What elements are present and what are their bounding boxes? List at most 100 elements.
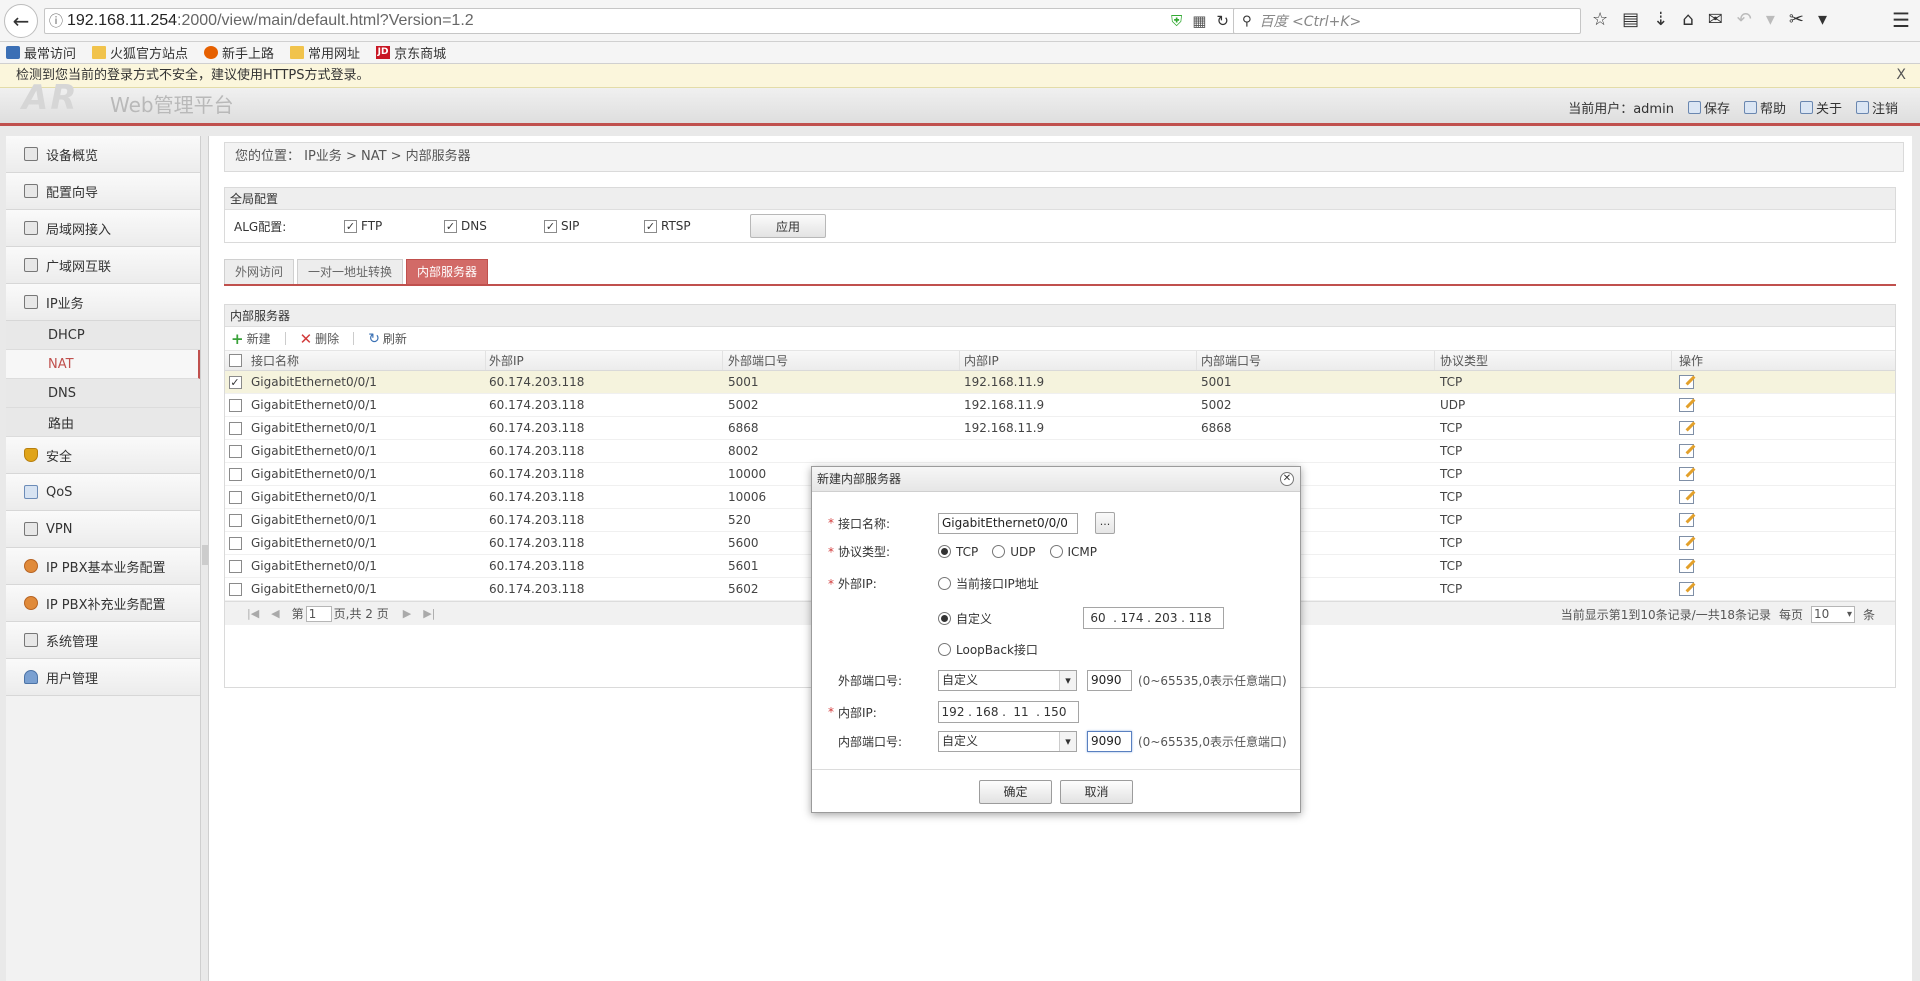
apply-button[interactable]: 应用 <box>750 214 826 238</box>
logout-button[interactable]: 注销 <box>1855 98 1898 117</box>
home-icon[interactable]: ⌂ <box>1682 9 1693 30</box>
checkbox-checked-icon[interactable]: ✓ <box>444 219 457 233</box>
sidebar-item-users[interactable]: 用户管理 <box>6 659 200 696</box>
row-checkbox[interactable] <box>228 398 242 412</box>
int-port-mode-select[interactable]: 自定义 <box>938 731 1077 752</box>
table-row[interactable]: GigabitEthernet0/0/1 60.174.203.118 6868 19… <box>225 417 1895 440</box>
alg-dns-checkbox[interactable]: ✓ DNS <box>444 219 544 233</box>
ext-ip-current-radio[interactable]: 当前接口IP地址 <box>938 575 1039 592</box>
column-header[interactable]: 内部IP <box>960 351 1197 370</box>
edit-icon[interactable] <box>1679 559 1694 573</box>
checkbox-checked-icon[interactable]: ✓ <box>644 219 657 233</box>
sidebar-item-ip-service[interactable]: IP业务 <box>6 284 200 321</box>
proto-udp-radio[interactable]: UDP <box>992 545 1036 559</box>
sidebar-item-qos[interactable]: QoS <box>6 474 200 511</box>
sidebar-subitem-dhcp[interactable]: DHCP <box>6 321 200 350</box>
sidebar-item-wan[interactable]: 广域网互联 <box>6 247 200 284</box>
column-header[interactable]: 外部IP <box>486 351 723 370</box>
chevron-down-icon[interactable]: ▾ <box>1818 9 1827 30</box>
address-bar[interactable]: ⓘ 192.168.11.254:2000/view/main/default.… <box>44 8 1236 34</box>
row-checkbox[interactable] <box>228 490 242 504</box>
refresh-button[interactable]: ↻ 刷新 <box>368 330 407 347</box>
close-icon[interactable]: ✕ <box>1280 472 1294 486</box>
row-checkbox[interactable] <box>228 467 242 481</box>
back-arrow-icon[interactable]: ← <box>4 3 38 38</box>
row-checkbox[interactable] <box>228 559 242 573</box>
sidebar-item-device-overview[interactable]: 设备概览 <box>6 136 200 173</box>
row-checkbox[interactable]: ✓ <box>228 375 242 389</box>
int-ip-input[interactable]: 192. 168. 11. 150 <box>938 701 1079 723</box>
delete-button[interactable]: ✕ 删除 <box>300 330 340 348</box>
table-row[interactable]: GigabitEthernet0/0/1 60.174.203.118 8002 TC… <box>225 440 1895 463</box>
edit-icon[interactable] <box>1679 398 1694 412</box>
edit-icon[interactable] <box>1679 467 1694 481</box>
column-header[interactable]: 内部端口号 <box>1197 351 1435 370</box>
undo-icon[interactable]: ↶ <box>1737 9 1752 30</box>
edit-icon[interactable] <box>1679 536 1694 550</box>
sidebar-subitem-route[interactable]: 路由 <box>6 408 200 437</box>
tab-one-to-one[interactable]: 一对一地址转换 <box>297 259 404 284</box>
sidebar-subitem-dns[interactable]: DNS <box>6 379 200 408</box>
alg-rtsp-checkbox[interactable]: ✓ RTSP <box>644 219 744 233</box>
download-icon[interactable]: ⇣ <box>1653 9 1668 30</box>
ext-ip-loopback-radio[interactable]: LoopBack接口 <box>938 641 1038 658</box>
ext-port-input[interactable]: 9090 <box>1087 670 1132 691</box>
row-checkbox[interactable] <box>228 444 242 458</box>
proto-tcp-radio[interactable]: TCP <box>938 545 978 559</box>
edit-icon[interactable] <box>1679 582 1694 596</box>
sidebar-item-security[interactable]: 安全 <box>6 437 200 474</box>
dropdown-icon[interactable]: ▾ <box>1766 9 1775 30</box>
edit-icon[interactable] <box>1679 375 1694 389</box>
checkbox-checked-icon[interactable]: ✓ <box>544 219 557 233</box>
ext-ip-input[interactable]: 60. 174. 203. 118 <box>1083 607 1224 629</box>
sidebar-item-pbx-basic[interactable]: IP PBX基本业务配置 <box>6 548 200 585</box>
tab-external-access[interactable]: 外网访问 <box>224 259 295 284</box>
row-checkbox[interactable] <box>228 421 242 435</box>
sidebar-item-vpn[interactable]: VPN <box>6 511 200 548</box>
bookmark-getting-started[interactable]: 新手上路 <box>204 43 274 62</box>
next-page-icon[interactable]: ▶ <box>403 607 411 620</box>
row-checkbox[interactable] <box>228 513 242 527</box>
shield-check-icon[interactable]: ⛨ <box>1171 12 1182 30</box>
prev-page-icon[interactable]: ◀ <box>271 607 279 620</box>
crop-icon[interactable]: ✂ <box>1789 9 1804 30</box>
menu-icon[interactable]: ☰ <box>1892 8 1910 32</box>
select-all-checkbox[interactable] <box>228 354 242 367</box>
column-header[interactable]: 协议类型 <box>1435 351 1672 370</box>
save-button[interactable]: 保存 <box>1687 98 1730 117</box>
per-page-select[interactable]: 10 <box>1810 606 1855 623</box>
table-row[interactable]: ✓ GigabitEthernet0/0/1 60.174.203.118 5001 1… <box>225 371 1895 394</box>
sidebar-item-system[interactable]: 系统管理 <box>6 622 200 659</box>
ext-port-mode-select[interactable]: 自定义 <box>938 670 1077 691</box>
column-header[interactable]: 外部端口号 <box>723 351 960 370</box>
edit-icon[interactable] <box>1679 421 1694 435</box>
reading-list-icon[interactable]: ▤ <box>1622 9 1639 30</box>
bookmark-jd[interactable]: JD 京东商城 <box>376 43 446 62</box>
chat-icon[interactable]: ✉ <box>1708 9 1723 30</box>
proto-icmp-radio[interactable]: ICMP <box>1049 545 1097 559</box>
sidebar-item-pbx-extra[interactable]: IP PBX补充业务配置 <box>6 585 200 622</box>
iface-name-input[interactable]: GigabitEthernet0/0/0 <box>938 512 1078 534</box>
url-text[interactable]: 192.168.11.254:2000/view/main/default.ht… <box>67 12 474 30</box>
checkbox-checked-icon[interactable]: ✓ <box>344 219 357 233</box>
bookmark-firefox-site[interactable]: 火狐官方站点 <box>92 43 188 62</box>
iface-browse-button[interactable]: ... <box>1095 512 1115 534</box>
page-number-input[interactable]: 1 <box>305 605 332 622</box>
new-button[interactable]: + 新建 <box>231 330 271 348</box>
tab-internal-server[interactable]: 内部服务器 <box>406 259 489 284</box>
bookmark-most-visited[interactable]: 最常访问 <box>6 43 76 62</box>
ext-ip-custom-radio[interactable]: 自定义 <box>938 610 1069 627</box>
alg-sip-checkbox[interactable]: ✓ SIP <box>544 219 644 233</box>
edit-icon[interactable] <box>1679 513 1694 527</box>
sidebar-item-config-wizard[interactable]: 配置向导 <box>6 173 200 210</box>
qr-code-icon[interactable]: ▦ <box>1192 12 1206 30</box>
edit-icon[interactable] <box>1679 490 1694 504</box>
table-row[interactable]: GigabitEthernet0/0/1 60.174.203.118 5002 19… <box>225 394 1895 417</box>
reload-icon[interactable]: ↻ <box>1216 12 1229 30</box>
int-port-input[interactable]: 9090 <box>1087 731 1132 752</box>
edit-icon[interactable] <box>1679 444 1694 458</box>
sidebar-item-lan[interactable]: 局域网接入 <box>6 210 200 247</box>
bookmark-star-icon[interactable]: ☆ <box>1592 9 1608 30</box>
info-icon[interactable]: ⓘ <box>45 11 67 31</box>
last-page-icon[interactable]: ▶| <box>423 607 435 620</box>
